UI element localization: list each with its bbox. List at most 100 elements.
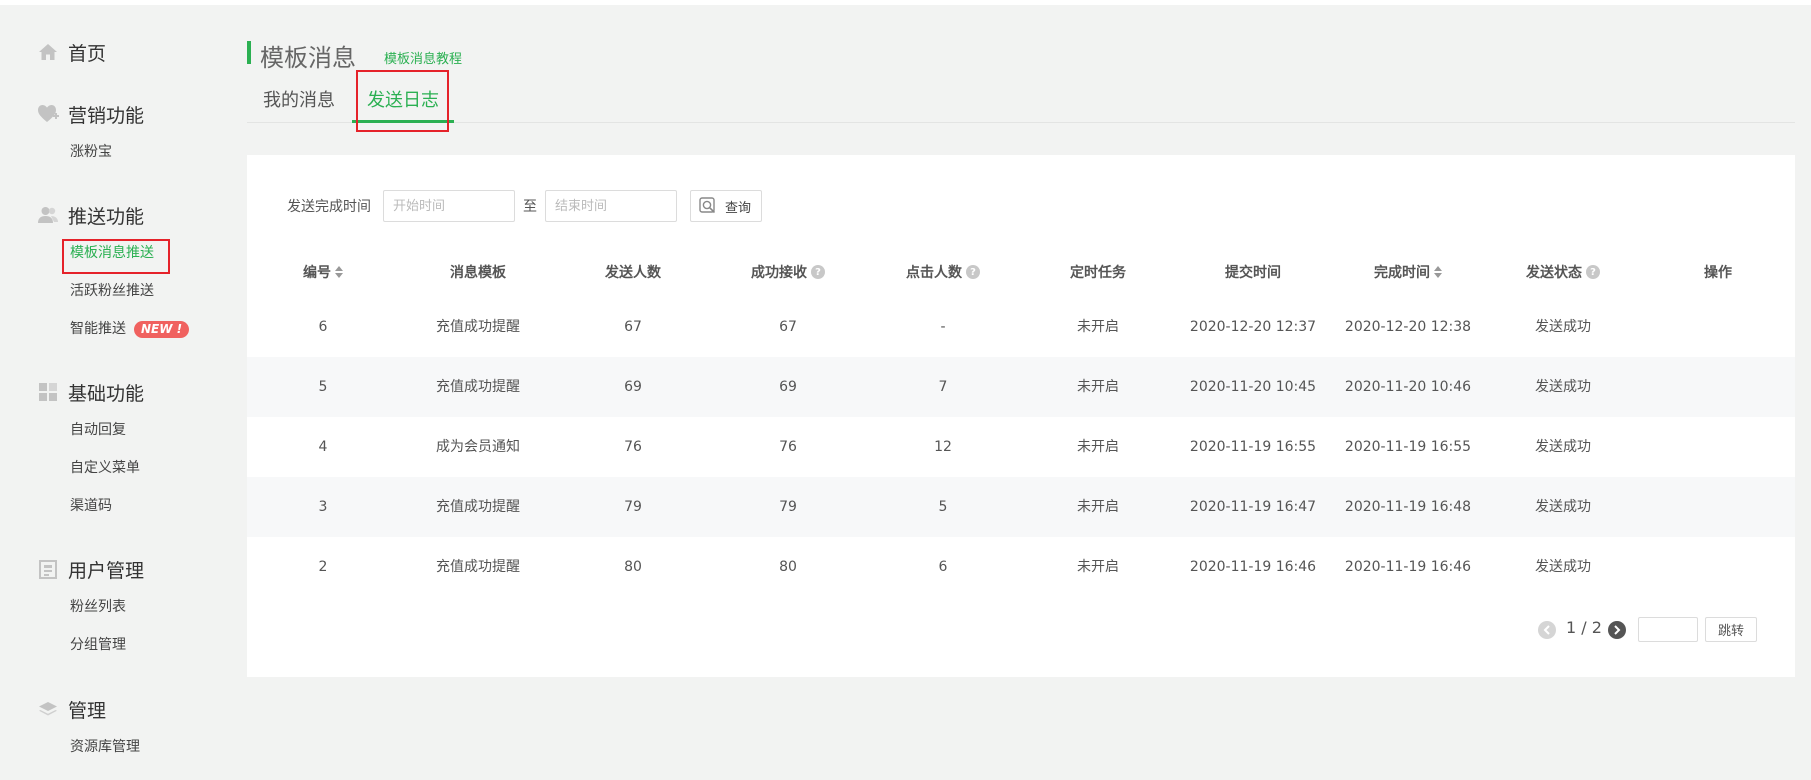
- sidebar: 首页 营销功能 涨粉宝 推送功能 模板消息推送 活跃粉丝推送 智能推送 NEW !…: [0, 5, 215, 780]
- table-row: 4 成为会员通知 76 76 12 未开启 2020-11-19 16:55 2…: [247, 417, 1795, 477]
- query-button-label: 查询: [725, 200, 752, 216]
- cell-status: 发送成功: [1535, 439, 1591, 455]
- cell-template: 充值成功提醒: [436, 319, 520, 335]
- nav-basic: 基础功能: [0, 380, 215, 405]
- cell-clicks: -: [940, 319, 946, 335]
- nav-home[interactable]: 首页: [0, 40, 215, 65]
- column-header-id[interactable]: 编号: [303, 262, 343, 282]
- nav-item-smart-push-label: 智能推送: [70, 321, 126, 337]
- cell-submit-time: 2020-12-20 12:37: [1189, 319, 1317, 335]
- cell-template: 充值成功提醒: [436, 499, 520, 515]
- chevron-right-icon: [1614, 625, 1621, 635]
- search-icon: [699, 197, 717, 215]
- nav-home-label: 首页: [68, 42, 107, 65]
- layers-icon: [37, 698, 59, 720]
- help-icon[interactable]: ?: [811, 265, 825, 279]
- cell-received: 79: [779, 499, 797, 515]
- column-header-finish-time[interactable]: 完成时间: [1374, 262, 1442, 282]
- help-icon[interactable]: ?: [966, 265, 980, 279]
- end-date-input[interactable]: [545, 190, 677, 222]
- table-row: 3 充值成功提醒 79 79 5 未开启 2020-11-19 16:47 20…: [247, 477, 1795, 537]
- start-date-input[interactable]: [383, 190, 515, 222]
- help-icon[interactable]: ?: [1586, 265, 1600, 279]
- cell-template: 充值成功提醒: [436, 559, 520, 575]
- cell-finish-time: 2020-11-20 10:46: [1344, 379, 1472, 395]
- nav-push: 推送功能: [0, 203, 215, 228]
- cell-scheduled: 未开启: [1077, 319, 1119, 335]
- nav-item-auto-reply[interactable]: 自动回复: [70, 420, 126, 440]
- page-jump-input[interactable]: [1638, 617, 1698, 642]
- cell-submit-time: 2020-11-19 16:47: [1189, 499, 1317, 515]
- cell-sent-count: 79: [624, 499, 642, 515]
- table-row: 2 充值成功提醒 80 80 6 未开启 2020-11-19 16:46 20…: [247, 537, 1795, 597]
- cell-scheduled: 未开启: [1077, 499, 1119, 515]
- contact-card-icon: [37, 558, 59, 580]
- cell-status: 发送成功: [1535, 319, 1591, 335]
- cell-sent-count: 69: [624, 379, 642, 395]
- nav-marketing: 营销功能: [0, 102, 215, 127]
- nav-manage: 管理: [0, 697, 215, 722]
- query-button[interactable]: 查询: [690, 190, 762, 222]
- table-row: 5 充值成功提醒 69 69 7 未开启 2020-11-20 10:45 20…: [247, 357, 1795, 417]
- cell-id: 5: [318, 379, 328, 395]
- nav-item-active-fans-push[interactable]: 活跃粉丝推送: [70, 281, 154, 301]
- column-header-clicks: 点击人数?: [906, 262, 980, 282]
- nav-push-label: 推送功能: [68, 205, 145, 228]
- users-icon: [37, 204, 59, 226]
- tutorial-link[interactable]: 模板消息教程: [384, 48, 462, 67]
- column-header-status: 发送状态?: [1526, 262, 1600, 282]
- prev-page-button[interactable]: [1538, 621, 1556, 639]
- cell-sent-count: 67: [624, 319, 642, 335]
- cell-scheduled: 未开启: [1077, 379, 1119, 395]
- cell-submit-time: 2020-11-19 16:55: [1189, 439, 1317, 455]
- nav-item-channel-code[interactable]: 渠道码: [70, 496, 112, 516]
- home-icon: [37, 41, 59, 63]
- nav-users: 用户管理: [0, 557, 215, 582]
- cell-id: 2: [318, 559, 328, 575]
- table-row: 6 充值成功提醒 67 67 - 未开启 2020-12-20 12:37 20…: [247, 297, 1795, 357]
- cell-finish-time: 2020-12-20 12:38: [1344, 319, 1472, 335]
- nav-item-zhangfenbao[interactable]: 涨粉宝: [70, 142, 112, 162]
- cell-received: 67: [779, 319, 797, 335]
- nav-basic-label: 基础功能: [68, 382, 145, 405]
- cell-id: 6: [318, 319, 328, 335]
- page-jump-button[interactable]: 跳转: [1705, 617, 1757, 642]
- nav-marketing-label: 营销功能: [68, 104, 145, 127]
- column-header-sent-count: 发送人数: [605, 265, 661, 281]
- column-header-scheduled: 定时任务: [1070, 265, 1126, 281]
- grid-icon: [37, 381, 59, 403]
- cell-clicks: 6: [938, 559, 948, 575]
- highlight-box-template-push: [62, 239, 170, 274]
- cell-id: 3: [318, 499, 328, 515]
- cell-id: 4: [318, 439, 328, 455]
- column-header-submit-time: 提交时间: [1225, 265, 1281, 281]
- cell-clicks: 5: [938, 499, 948, 515]
- next-page-button[interactable]: [1608, 621, 1626, 639]
- chevron-left-icon: [1543, 625, 1550, 635]
- cell-submit-time: 2020-11-19 16:46: [1189, 559, 1317, 575]
- filter-label: 发送完成时间: [287, 199, 371, 215]
- nav-item-smart-push[interactable]: 智能推送 NEW !: [70, 319, 190, 339]
- tab-my-messages[interactable]: 我的消息: [263, 86, 335, 112]
- nav-item-group-manage[interactable]: 分组管理: [70, 635, 126, 655]
- cell-sent-count: 76: [624, 439, 642, 455]
- tabs-divider: [247, 122, 1795, 123]
- cell-received: 76: [779, 439, 797, 455]
- heart-plus-icon: [37, 103, 59, 125]
- cell-status: 发送成功: [1535, 499, 1591, 515]
- cell-received: 80: [779, 559, 797, 575]
- cell-template: 充值成功提醒: [436, 379, 520, 395]
- page-title: 模板消息: [260, 44, 356, 72]
- nav-item-fans-list[interactable]: 粉丝列表: [70, 597, 126, 617]
- cell-scheduled: 未开启: [1077, 559, 1119, 575]
- new-badge: NEW !: [134, 320, 190, 338]
- column-header-template: 消息模板: [450, 265, 506, 281]
- nav-item-resource-library[interactable]: 资源库管理: [70, 737, 140, 757]
- highlight-box-send-log: [356, 70, 449, 132]
- cell-clicks: 12: [934, 439, 952, 455]
- nav-item-custom-menu[interactable]: 自定义菜单: [70, 458, 140, 478]
- sort-icon: [1434, 266, 1442, 278]
- cell-status: 发送成功: [1535, 559, 1591, 575]
- cell-clicks: 7: [938, 379, 948, 395]
- title-accent-bar: [247, 41, 251, 64]
